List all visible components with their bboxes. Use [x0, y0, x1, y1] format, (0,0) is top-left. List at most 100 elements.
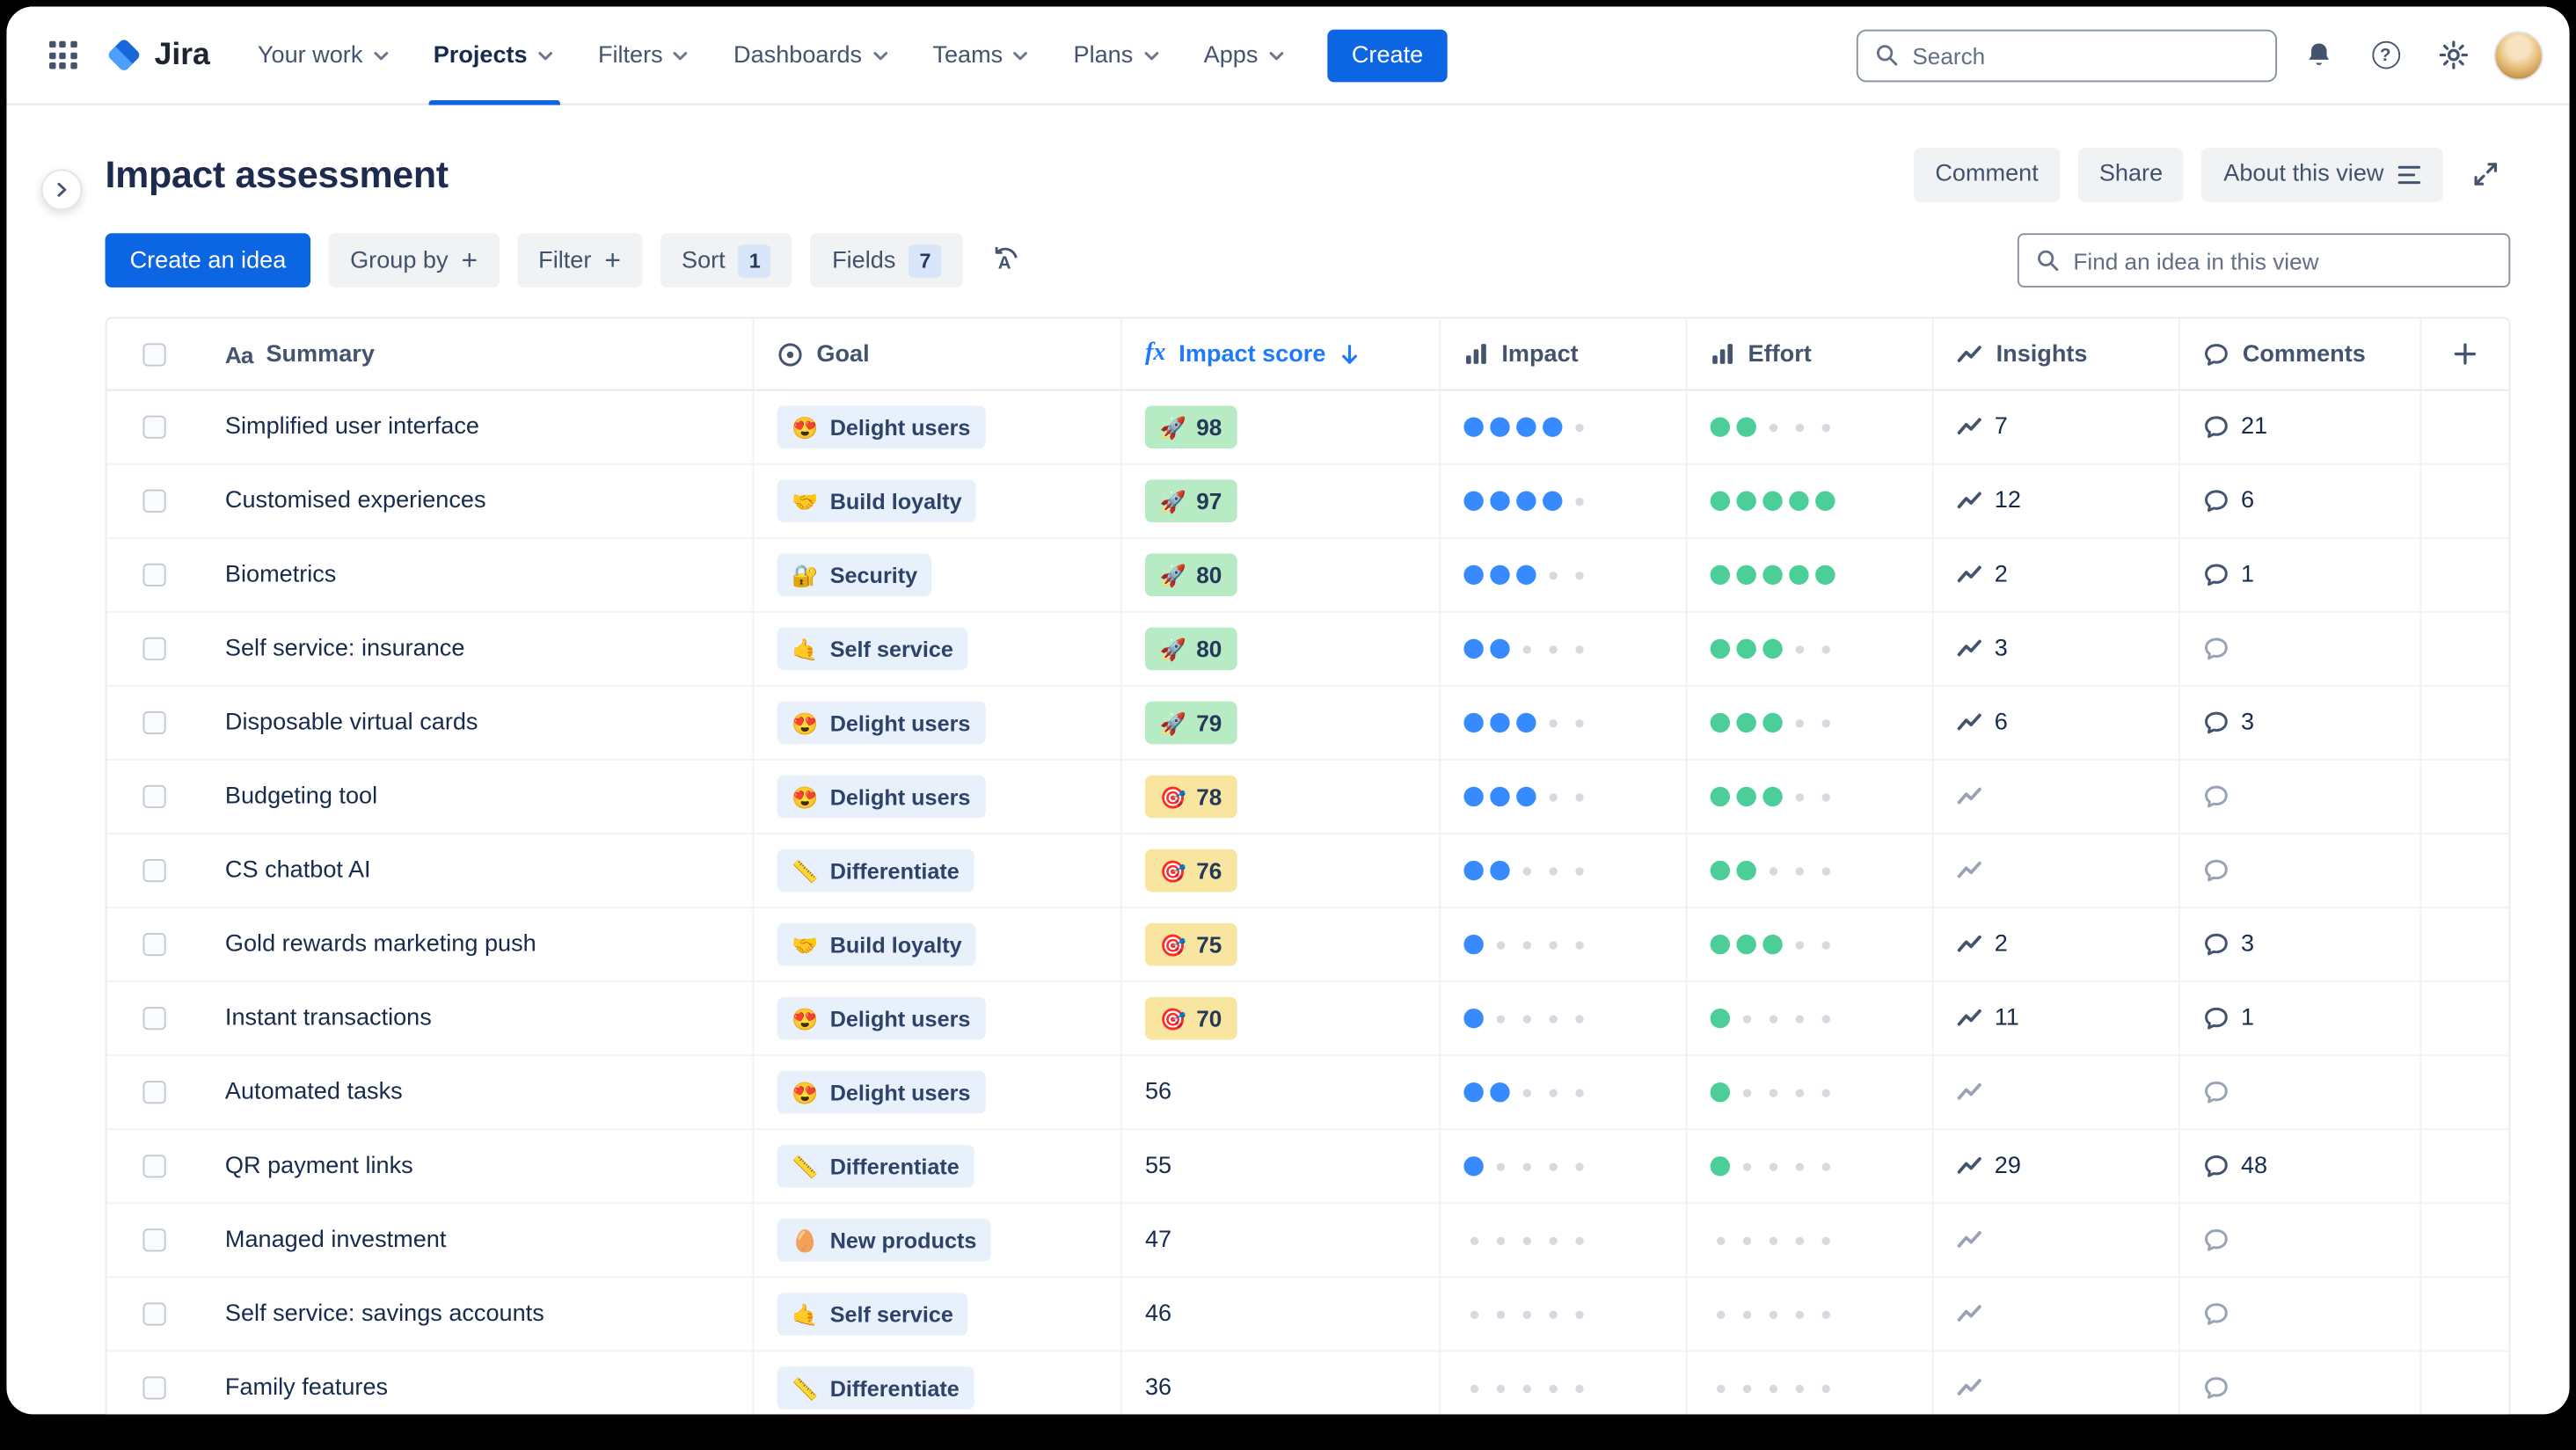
table-row[interactable]: Biometrics 🔐 Security 🚀 80 2 1 — [106, 538, 2509, 613]
row-checkbox[interactable] — [142, 563, 166, 587]
nav-item-plans[interactable]: Plans — [1052, 6, 1182, 104]
goal-chip[interactable]: 🔐 Security — [777, 553, 933, 597]
nav-item-teams[interactable]: Teams — [911, 6, 1052, 104]
table-row[interactable]: Budgeting tool 😍 Delight users 🎯 78 — [106, 760, 2509, 834]
row-checkbox[interactable] — [142, 1228, 166, 1252]
table-row[interactable]: Self service: insurance 🤙 Self service 🚀 80 3 — [106, 612, 2509, 687]
table-row[interactable]: Managed investment 🥚 New products 47 — [106, 1204, 2509, 1279]
idea-summary[interactable]: Customised experiences — [225, 488, 486, 514]
row-checkbox[interactable] — [142, 858, 166, 883]
add-column-button[interactable] — [2419, 318, 2509, 390]
column-header-goal[interactable]: Goal — [752, 318, 1120, 390]
goal-cell: 🤝 Build loyalty — [752, 908, 1120, 981]
goal-chip[interactable]: 😍 Delight users — [777, 405, 986, 448]
row-checkbox[interactable] — [142, 1081, 166, 1104]
idea-summary[interactable]: Self service: savings accounts — [225, 1301, 544, 1327]
column-header-comments[interactable]: Comments — [2178, 318, 2420, 390]
impact-score-cell: 47 — [1120, 1204, 1439, 1277]
goal-chip[interactable]: 🤙 Self service — [777, 1293, 968, 1336]
avatar[interactable] — [2493, 30, 2543, 80]
column-header-effort[interactable]: Effort — [1685, 318, 1932, 390]
comments-count: 3 — [2240, 931, 2255, 958]
sort-button[interactable]: Sort 1 — [660, 233, 793, 288]
idea-summary[interactable]: QR payment links — [225, 1153, 413, 1179]
fields-button[interactable]: Fields 7 — [810, 233, 963, 288]
table-row[interactable]: Customised experiences 🤝 Build loyalty 🚀 97 1… — [106, 464, 2509, 539]
column-header-summary[interactable]: Aa Summary — [202, 318, 753, 389]
expand-sidebar-button[interactable] — [40, 169, 83, 211]
fullscreen-button[interactable] — [2461, 149, 2510, 199]
idea-summary[interactable]: Family features — [225, 1375, 388, 1402]
goal-chip[interactable]: 😍 Delight users — [777, 996, 986, 1040]
row-checkbox[interactable] — [142, 1302, 166, 1326]
goal-chip[interactable]: 🤙 Self service — [777, 627, 968, 671]
row-checkbox[interactable] — [142, 784, 166, 809]
row-checkbox[interactable] — [142, 415, 166, 439]
column-header-impact-score[interactable]: fx Impact score — [1120, 318, 1439, 390]
idea-summary[interactable]: CS chatbot AI — [225, 857, 371, 884]
row-checkbox[interactable] — [142, 1376, 166, 1400]
nav-item-filters[interactable]: Filters — [577, 6, 712, 104]
nav-item-your-work[interactable]: Your work — [237, 6, 412, 104]
row-checkbox[interactable] — [142, 1155, 166, 1178]
jira-logo[interactable]: Jira — [106, 36, 210, 74]
goal-chip[interactable]: 😍 Delight users — [777, 1070, 986, 1114]
nav-item-projects[interactable]: Projects — [412, 6, 576, 105]
goal-chip[interactable]: 🥚 New products — [777, 1219, 992, 1262]
find-idea-input[interactable] — [2073, 247, 2492, 274]
create-idea-button[interactable]: Create an idea — [105, 233, 311, 288]
find-idea-search[interactable] — [2017, 233, 2511, 288]
table-row[interactable]: Disposable virtual cards 😍 Delight users 🚀 7… — [106, 686, 2509, 761]
goal-chip[interactable]: 😍 Delight users — [777, 775, 986, 819]
goal-chip[interactable]: 🤝 Build loyalty — [777, 479, 977, 523]
idea-summary[interactable]: Disposable virtual cards — [225, 710, 478, 736]
row-checkbox[interactable] — [142, 489, 166, 513]
idea-summary[interactable]: Instant transactions — [225, 1005, 432, 1031]
row-checkbox[interactable] — [142, 933, 166, 957]
group-by-button[interactable]: Group by + — [328, 233, 500, 288]
search-input[interactable] — [1912, 41, 2259, 69]
notifications-button[interactable] — [2292, 29, 2345, 82]
row-checkbox[interactable] — [142, 637, 166, 660]
idea-summary[interactable]: Self service: insurance — [225, 636, 464, 662]
comments-cell: 21 — [2178, 390, 2420, 463]
idea-summary[interactable]: Automated tasks — [225, 1079, 403, 1105]
nav-item-apps[interactable]: Apps — [1182, 6, 1307, 104]
table-row[interactable]: Gold rewards marketing push 🤝 Build loyalt… — [106, 908, 2509, 983]
goal-chip[interactable]: 🤝 Build loyalty — [777, 922, 977, 966]
table-row[interactable]: Family features 📏 Differentiate 36 — [106, 1352, 2508, 1415]
table-row[interactable]: Simplified user interface 😍 Delight users 🚀… — [106, 390, 2509, 465]
idea-summary[interactable]: Simplified user interface — [225, 414, 479, 441]
table-row[interactable]: Instant transactions 😍 Delight users 🎯 70 11 1 — [106, 982, 2509, 1057]
idea-summary[interactable]: Budgeting tool — [225, 783, 377, 810]
comment-button[interactable]: Comment — [1914, 147, 2061, 201]
goal-chip[interactable]: 📏 Differentiate — [777, 849, 974, 893]
settings-button[interactable] — [2426, 29, 2479, 82]
goal-chip[interactable]: 📏 Differentiate — [777, 1366, 974, 1410]
column-header-insights[interactable]: Insights — [1931, 318, 2178, 390]
table-row[interactable]: CS chatbot AI 📏 Differentiate 🎯 76 — [106, 834, 2509, 909]
idea-summary[interactable]: Managed investment — [225, 1227, 446, 1253]
auto-rank-button[interactable]: A — [982, 236, 1031, 285]
screenshot-root: Jira Your work Projects Filters Dashboards T… — [0, 0, 2576, 1450]
about-this-view-button[interactable]: About this view — [2201, 147, 2443, 201]
idea-summary[interactable]: Gold rewards marketing push — [225, 931, 536, 958]
app-switcher-button[interactable] — [36, 29, 89, 82]
goal-chip[interactable]: 📏 Differentiate — [777, 1144, 974, 1188]
create-button[interactable]: Create — [1326, 28, 1449, 82]
table-row[interactable]: Automated tasks 😍 Delight users 56 — [106, 1056, 2509, 1131]
help-button[interactable]: ? — [2359, 29, 2412, 82]
idea-summary[interactable]: Biometrics — [225, 562, 336, 588]
filter-button[interactable]: Filter + — [516, 233, 643, 288]
global-search[interactable] — [1856, 28, 2278, 82]
row-checkbox[interactable] — [142, 1007, 166, 1031]
table-row[interactable]: Self service: savings accounts 🤙 Self serv… — [106, 1278, 2509, 1352]
share-button[interactable]: Share — [2077, 147, 2185, 201]
impact-score-value: 79 — [1196, 709, 1222, 736]
select-all-checkbox[interactable] — [142, 342, 166, 366]
row-checkbox[interactable] — [142, 710, 166, 734]
nav-item-dashboards[interactable]: Dashboards — [712, 6, 911, 104]
table-row[interactable]: QR payment links 📏 Differentiate 55 29 48 — [106, 1130, 2509, 1205]
goal-chip[interactable]: 😍 Delight users — [777, 701, 986, 745]
column-header-impact[interactable]: Impact — [1439, 318, 1685, 390]
